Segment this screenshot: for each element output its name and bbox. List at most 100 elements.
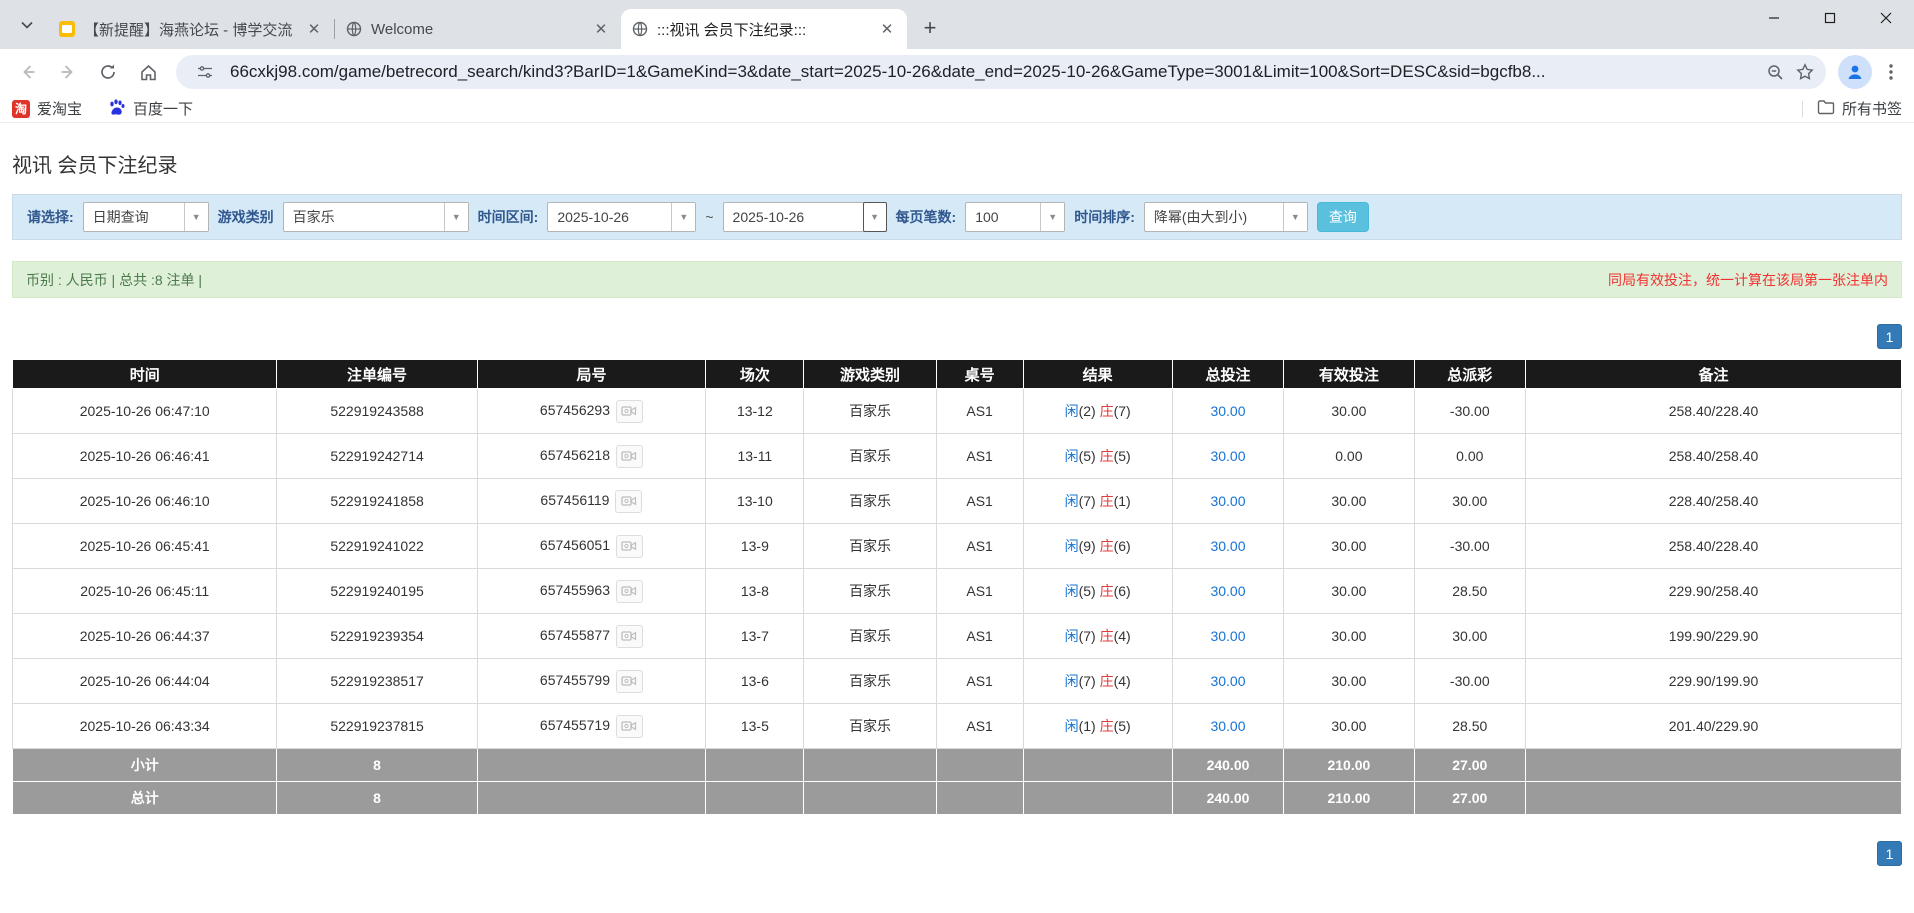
maximize-button[interactable] [1802, 0, 1858, 36]
column-header: 结果 [1023, 360, 1172, 389]
cell-result: 闲(9) 庄(6) [1023, 524, 1172, 569]
home-button[interactable] [131, 55, 165, 89]
total-bet-link[interactable]: 30.00 [1210, 718, 1245, 734]
result-player: 闲 [1065, 493, 1079, 509]
video-replay-button[interactable] [616, 625, 643, 648]
video-replay-button[interactable] [616, 535, 643, 558]
video-replay-icon [621, 674, 637, 688]
chevron-down-icon[interactable]: ▼ [863, 202, 887, 232]
cell-session: 13-11 [706, 434, 804, 479]
zoom-out-icon[interactable] [1760, 57, 1790, 87]
profile-avatar[interactable] [1838, 55, 1872, 89]
search-button[interactable]: 查询 [1317, 202, 1369, 232]
bookmark-baidu[interactable]: 百度一下 [108, 98, 193, 120]
column-header: 场次 [706, 360, 804, 389]
sort-select[interactable]: 降幂(由大到小) ▼ [1144, 202, 1308, 232]
chevron-down-icon[interactable]: ▼ [671, 203, 695, 231]
result-player: 闲 [1065, 718, 1079, 734]
bookmark-star-icon[interactable] [1790, 57, 1820, 87]
result-banker: 庄 [1100, 673, 1114, 689]
all-bookmarks-button[interactable]: 所有书签 [1817, 98, 1902, 119]
query-type-value: 日期查询 [84, 203, 184, 231]
column-header: 有效投注 [1284, 360, 1414, 389]
tab-search-button[interactable] [10, 8, 44, 42]
forward-button[interactable] [51, 55, 85, 89]
result-player: 闲 [1065, 673, 1079, 689]
subtotal-row-cell-5 [936, 749, 1023, 782]
cell-round-id: 657455799 [477, 659, 706, 704]
url-text[interactable]: 66cxkj98.com/game/betrecord_search/kind3… [230, 62, 1760, 82]
cell-bet-id: 522919241022 [277, 524, 477, 569]
tab-close-icon[interactable]: ✕ [304, 19, 324, 39]
date-start-select[interactable]: 2025-10-26 ▼ [547, 202, 696, 232]
total-bet-link[interactable]: 30.00 [1210, 583, 1245, 599]
cell-note: 258.40/228.40 [1525, 389, 1901, 434]
total-bet-link[interactable]: 30.00 [1210, 493, 1245, 509]
query-type-label: 请选择: [27, 207, 74, 227]
column-header: 桌号 [936, 360, 1023, 389]
site-settings-icon[interactable] [190, 57, 220, 87]
cell-table-no: AS1 [936, 524, 1023, 569]
total-bet-link[interactable]: 30.00 [1210, 628, 1245, 644]
subtotal-row: 小计8240.00210.0027.00 [13, 749, 1902, 782]
total-row-cell-8: 210.00 [1284, 782, 1414, 815]
cell-table-no: AS1 [936, 569, 1023, 614]
cell-payout: 0.00 [1414, 434, 1525, 479]
tab-close-icon[interactable]: ✕ [591, 19, 611, 39]
back-button[interactable] [11, 55, 45, 89]
cell-session: 13-6 [706, 659, 804, 704]
per-page-label: 每页笔数: [896, 207, 957, 227]
person-icon [1845, 62, 1865, 82]
date-end-select[interactable]: 2025-10-26 ▼ [723, 202, 887, 232]
cell-valid-bet: 30.00 [1284, 659, 1414, 704]
video-replay-button[interactable] [616, 445, 643, 468]
subtotal-row-cell-1: 8 [277, 749, 477, 782]
query-type-select[interactable]: 日期查询 ▼ [83, 202, 209, 232]
video-replay-button[interactable] [616, 580, 643, 603]
cell-round-id: 657456119 [477, 479, 706, 524]
reload-button[interactable] [91, 55, 125, 89]
column-header: 总派彩 [1414, 360, 1525, 389]
cell-payout: -30.00 [1414, 389, 1525, 434]
table-body: 2025-10-26 06:47:10522919243588657456293… [13, 389, 1902, 815]
close-window-button[interactable] [1858, 0, 1914, 36]
per-page-select[interactable]: 100 ▼ [965, 202, 1065, 232]
video-replay-button[interactable] [616, 715, 643, 738]
video-replay-button[interactable] [616, 400, 643, 423]
cell-round-id: 657456218 [477, 434, 706, 479]
tab-welcome[interactable]: Welcome ✕ [335, 9, 621, 49]
cell-session: 13-7 [706, 614, 804, 659]
cell-time: 2025-10-26 06:47:10 [13, 389, 277, 434]
result-player: 闲 [1065, 628, 1079, 644]
address-bar[interactable]: 66cxkj98.com/game/betrecord_search/kind3… [176, 55, 1826, 89]
video-replay-button[interactable] [615, 490, 642, 513]
round-id-text: 657456218 [540, 447, 610, 463]
tab-forum[interactable]: 【新提醒】海燕论坛 - 博学交流 ✕ [48, 9, 334, 49]
chevron-down-icon[interactable]: ▼ [1040, 203, 1064, 231]
tab-close-icon[interactable]: ✕ [877, 19, 897, 39]
menu-kebab-icon[interactable] [1876, 57, 1906, 87]
pagination-bottom: 1 [12, 841, 1902, 866]
cell-bet-id: 522919237815 [277, 704, 477, 749]
chevron-down-icon[interactable]: ▼ [444, 203, 468, 231]
minimize-button[interactable] [1746, 0, 1802, 36]
cell-payout: 28.50 [1414, 704, 1525, 749]
video-replay-button[interactable] [616, 670, 643, 693]
cell-result: 闲(7) 庄(1) [1023, 479, 1172, 524]
chevron-down-icon[interactable]: ▼ [1283, 203, 1307, 231]
total-bet-link[interactable]: 30.00 [1210, 673, 1245, 689]
round-id-text: 657455719 [540, 717, 610, 733]
tab-bet-records-active[interactable]: :::视讯 会员下注纪录::: ✕ [621, 9, 907, 49]
game-kind-select[interactable]: 百家乐 ▼ [283, 202, 469, 232]
total-bet-link[interactable]: 30.00 [1210, 403, 1245, 419]
page-1-button[interactable]: 1 [1877, 841, 1902, 866]
cell-valid-bet: 30.00 [1284, 389, 1414, 434]
pagination-top: 1 [12, 324, 1902, 349]
chevron-down-icon[interactable]: ▼ [184, 203, 208, 231]
table-row: 2025-10-26 06:44:37522919239354657455877… [13, 614, 1902, 659]
new-tab-button[interactable]: + [915, 13, 945, 43]
page-1-button[interactable]: 1 [1877, 324, 1902, 349]
total-bet-link[interactable]: 30.00 [1210, 448, 1245, 464]
total-bet-link[interactable]: 30.00 [1210, 538, 1245, 554]
bookmark-taobao[interactable]: 淘 爱淘宝 [12, 98, 82, 119]
